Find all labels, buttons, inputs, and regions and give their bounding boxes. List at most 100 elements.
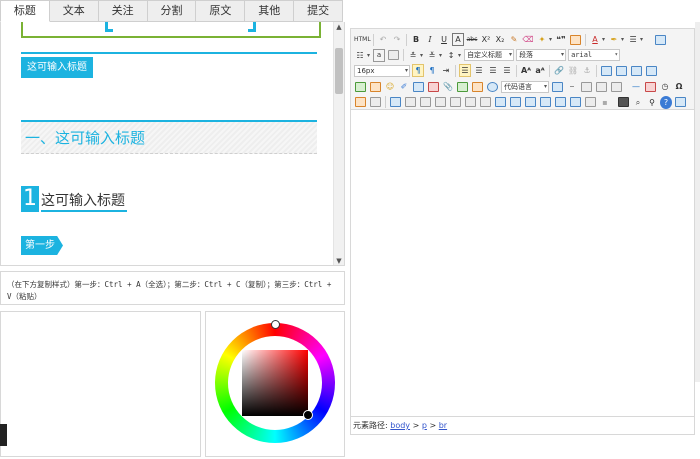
template-icon[interactable] bbox=[370, 97, 381, 108]
omega-special-icon[interactable]: Ω bbox=[673, 80, 685, 93]
title-style-1[interactable]: 这可输入标题 bbox=[21, 52, 317, 78]
indent-icon[interactable]: ⇥ bbox=[440, 64, 452, 77]
superscript-button[interactable]: X² bbox=[480, 33, 492, 46]
emotion-icon[interactable]: ☺ bbox=[384, 80, 396, 93]
rtl-direction-icon[interactable]: ¶ bbox=[426, 64, 438, 77]
redo-icon[interactable]: ↷ bbox=[391, 33, 403, 46]
title-style-4[interactable]: 第一步 bbox=[21, 236, 63, 255]
split-rows-icon[interactable] bbox=[555, 97, 566, 108]
font-family-select[interactable]: arial bbox=[568, 49, 621, 62]
chevron-down-icon[interactable]: ▾ bbox=[458, 52, 461, 59]
align-center-icon[interactable]: ☰ bbox=[473, 64, 485, 77]
horizontal-line-icon[interactable]: — bbox=[630, 80, 642, 93]
format-brush-icon[interactable]: ✎ bbox=[508, 33, 520, 46]
select-all-icon[interactable]: a bbox=[373, 48, 386, 62]
drafts-icon[interactable] bbox=[675, 97, 686, 108]
lowercase-icon[interactable]: aᴬ bbox=[534, 64, 546, 77]
align-left-icon[interactable]: ☰ bbox=[459, 64, 471, 78]
saturation-value-square[interactable] bbox=[242, 350, 308, 416]
tab-submit[interactable]: 提交 bbox=[294, 0, 344, 22]
saturation-marker-handle[interactable] bbox=[303, 410, 313, 420]
split-cols-icon[interactable] bbox=[570, 97, 581, 108]
image-float-right-icon[interactable] bbox=[631, 65, 642, 76]
insert-video-icon[interactable] bbox=[413, 81, 424, 92]
bold-button[interactable]: B bbox=[410, 33, 422, 46]
wordimage-icon[interactable] bbox=[355, 97, 366, 108]
path-item-br[interactable]: br bbox=[439, 421, 447, 430]
merge-down-icon[interactable] bbox=[525, 97, 536, 108]
image-float-none-icon[interactable] bbox=[601, 65, 612, 76]
tab-text[interactable]: 文本 bbox=[49, 0, 99, 22]
insert-table-icon[interactable] bbox=[390, 97, 401, 108]
page-scrollbar[interactable] bbox=[695, 22, 700, 382]
highlight-color-icon[interactable]: ✒ bbox=[608, 33, 620, 46]
chart-icon[interactable]: ▪ bbox=[599, 96, 611, 109]
insert-frame-icon[interactable] bbox=[472, 81, 483, 92]
clear-document-icon[interactable] bbox=[388, 50, 400, 61]
auto-format-icon[interactable]: ✦ bbox=[536, 33, 548, 46]
find-replace-icon[interactable]: ⚲ bbox=[646, 96, 658, 109]
attachment-icon[interactable]: 📎 bbox=[442, 80, 454, 93]
hue-wheel[interactable] bbox=[215, 320, 335, 443]
paragraph-format-select[interactable]: 段落 bbox=[516, 49, 567, 62]
chevron-down-icon[interactable]: ▾ bbox=[640, 36, 643, 43]
image-center-icon[interactable] bbox=[646, 65, 657, 76]
table-properties-icon[interactable] bbox=[585, 97, 596, 108]
insert-date-icon[interactable] bbox=[581, 81, 592, 92]
insert-map-icon[interactable] bbox=[457, 81, 468, 92]
horizontal-rule-icon[interactable]: ⎯ bbox=[566, 80, 578, 93]
tab-original[interactable]: 原文 bbox=[196, 0, 246, 22]
unlink-icon[interactable]: ⛓ bbox=[567, 64, 579, 77]
style-list-scrollbar[interactable]: ▲ ▼ bbox=[333, 22, 344, 265]
underline-button[interactable]: U bbox=[438, 33, 450, 46]
split-cells-icon[interactable] bbox=[540, 97, 551, 108]
scroll-up-arrow-icon[interactable]: ▲ bbox=[334, 22, 344, 32]
merge-cells-icon[interactable] bbox=[495, 97, 506, 108]
custom-heading-select[interactable]: 自定义标题 bbox=[464, 49, 515, 62]
clock-icon[interactable]: ◷ bbox=[659, 80, 671, 93]
undo-icon[interactable]: ↶ bbox=[377, 33, 389, 46]
align-right-icon[interactable]: ☰ bbox=[487, 64, 499, 77]
insert-col-icon[interactable] bbox=[465, 97, 476, 108]
code-language-select[interactable]: 代码语言 bbox=[501, 80, 549, 93]
delete-col-icon[interactable] bbox=[480, 97, 491, 108]
calendar-icon[interactable] bbox=[645, 81, 656, 92]
chevron-down-icon[interactable]: ▾ bbox=[367, 52, 370, 59]
align-justify-icon[interactable]: ☰ bbox=[501, 64, 513, 77]
print-icon[interactable] bbox=[618, 97, 629, 108]
multi-image-icon[interactable] bbox=[370, 81, 381, 92]
tab-title[interactable]: 标题 bbox=[0, 0, 50, 22]
insert-music-icon[interactable] bbox=[428, 81, 439, 92]
line-height-icon[interactable]: ↕ bbox=[445, 49, 457, 62]
textbox-button[interactable]: A bbox=[452, 33, 464, 46]
unordered-list-icon[interactable]: ☷ bbox=[354, 49, 366, 62]
anchor-icon[interactable]: ⚓ bbox=[581, 64, 593, 77]
subscript-button[interactable]: X₂ bbox=[494, 33, 506, 46]
special-chars-icon[interactable] bbox=[611, 81, 622, 92]
scrawl-icon[interactable]: ✐ bbox=[398, 80, 410, 93]
delete-row-icon[interactable] bbox=[450, 97, 461, 108]
tab-follow[interactable]: 关注 bbox=[98, 0, 148, 22]
hue-marker-handle[interactable] bbox=[271, 320, 280, 329]
fullscreen-icon[interactable] bbox=[655, 34, 667, 45]
blockquote-button[interactable]: ❝❞ bbox=[555, 33, 567, 46]
chevron-down-icon[interactable]: ▾ bbox=[549, 36, 552, 43]
paste-plain-icon[interactable] bbox=[570, 34, 582, 45]
page-break-icon[interactable] bbox=[487, 81, 498, 92]
ltr-direction-icon[interactable]: ¶ bbox=[412, 64, 424, 78]
image-float-left-icon[interactable] bbox=[616, 65, 627, 76]
scroll-down-arrow-icon[interactable]: ▼ bbox=[334, 256, 344, 265]
chevron-down-icon[interactable]: ▾ bbox=[439, 52, 442, 59]
italic-button[interactable]: I bbox=[424, 33, 436, 46]
insert-image-icon[interactable] bbox=[355, 81, 366, 92]
uppercase-icon[interactable]: Aᴬ bbox=[520, 64, 532, 77]
side-collapse-tab[interactable] bbox=[0, 424, 7, 446]
scroll-thumb[interactable] bbox=[335, 48, 343, 94]
link-icon[interactable]: 🔗 bbox=[553, 64, 565, 77]
delete-table-icon[interactable] bbox=[405, 97, 416, 108]
path-item-p[interactable]: p bbox=[422, 421, 427, 430]
font-color-button[interactable]: A bbox=[589, 33, 601, 46]
insert-paragraph-before-table-icon[interactable] bbox=[420, 97, 431, 108]
font-size-select[interactable]: 16px bbox=[354, 64, 410, 77]
html-source-button[interactable]: HTML bbox=[354, 33, 371, 46]
